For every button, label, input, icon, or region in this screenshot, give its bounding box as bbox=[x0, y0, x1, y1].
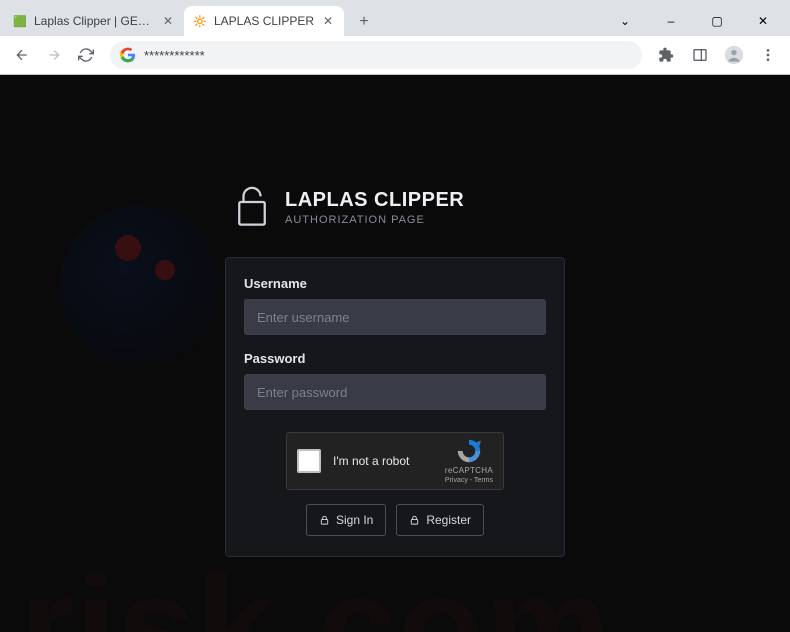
reload-icon[interactable] bbox=[72, 41, 100, 69]
username-label: Username bbox=[244, 276, 546, 291]
page-title: LAPLAS CLIPPER bbox=[285, 189, 464, 212]
close-icon[interactable]: ✕ bbox=[320, 13, 336, 29]
side-panel-icon[interactable] bbox=[686, 41, 714, 69]
recaptcha-terms[interactable]: Privacy - Terms bbox=[445, 477, 493, 484]
tab-favicon-icon: 🟩 bbox=[12, 13, 28, 29]
card-header: LAPLAS CLIPPER AUTHORIZATION PAGE bbox=[235, 185, 565, 229]
google-icon bbox=[120, 47, 136, 63]
close-window-button[interactable]: ✕ bbox=[740, 6, 786, 36]
login-card: LAPLAS CLIPPER AUTHORIZATION PAGE Userna… bbox=[225, 185, 565, 557]
tab-inactive[interactable]: 🟩 Laplas Clipper | GENERATION OF... ✕ bbox=[4, 6, 184, 36]
new-tab-button[interactable]: + bbox=[350, 8, 378, 36]
url-text: ************ bbox=[144, 48, 205, 63]
watermark-text: risk.com bbox=[20, 545, 612, 632]
recaptcha-badge: reCAPTCHA Privacy - Terms bbox=[445, 438, 493, 484]
minimize-button[interactable]: – bbox=[648, 6, 694, 36]
lock-icon bbox=[319, 514, 330, 526]
address-bar: ************ bbox=[0, 36, 790, 74]
extensions-icon[interactable] bbox=[652, 41, 680, 69]
menu-icon[interactable] bbox=[754, 41, 782, 69]
tab-bar: 🟩 Laplas Clipper | GENERATION OF... ✕ 🔆 … bbox=[0, 0, 790, 36]
recaptcha-brand: reCAPTCHA bbox=[445, 466, 493, 475]
recaptcha-checkbox[interactable] bbox=[297, 449, 321, 473]
back-icon[interactable] bbox=[8, 41, 36, 69]
recaptcha-label: I'm not a robot bbox=[333, 454, 433, 468]
profile-icon[interactable] bbox=[720, 41, 748, 69]
maximize-button[interactable]: ▢ bbox=[694, 6, 740, 36]
username-input[interactable] bbox=[244, 299, 546, 335]
signin-label: Sign In bbox=[336, 513, 373, 527]
page-content: risk.com LAPLAS CLIPPER AUTHORIZATION PA… bbox=[0, 75, 790, 632]
window-controls: ⌄ – ▢ ✕ bbox=[602, 6, 786, 36]
recaptcha-icon bbox=[455, 438, 483, 464]
password-input[interactable] bbox=[244, 374, 546, 410]
lock-icon bbox=[409, 514, 420, 526]
tab-title: LAPLAS CLIPPER bbox=[214, 14, 314, 28]
tab-active[interactable]: 🔆 LAPLAS CLIPPER ✕ bbox=[184, 6, 344, 36]
register-button[interactable]: Register bbox=[396, 504, 484, 536]
register-label: Register bbox=[426, 513, 471, 527]
chevron-down-icon[interactable]: ⌄ bbox=[602, 6, 648, 36]
forward-icon[interactable] bbox=[40, 41, 68, 69]
toolbar-right bbox=[652, 41, 782, 69]
signin-button[interactable]: Sign In bbox=[306, 504, 386, 536]
button-row: Sign In Register bbox=[244, 504, 546, 536]
tab-title: Laplas Clipper | GENERATION OF... bbox=[34, 14, 154, 28]
close-icon[interactable]: ✕ bbox=[160, 13, 176, 29]
tab-favicon-icon: 🔆 bbox=[192, 13, 208, 29]
lock-icon bbox=[235, 185, 269, 229]
login-form: Username Password I'm not a robot reCAPT… bbox=[225, 257, 565, 557]
recaptcha-widget[interactable]: I'm not a robot reCAPTCHA Privacy - Term… bbox=[286, 432, 504, 490]
page-subtitle: AUTHORIZATION PAGE bbox=[285, 214, 464, 226]
url-input[interactable]: ************ bbox=[110, 41, 642, 69]
password-label: Password bbox=[244, 351, 546, 366]
browser-chrome: 🟩 Laplas Clipper | GENERATION OF... ✕ 🔆 … bbox=[0, 0, 790, 75]
